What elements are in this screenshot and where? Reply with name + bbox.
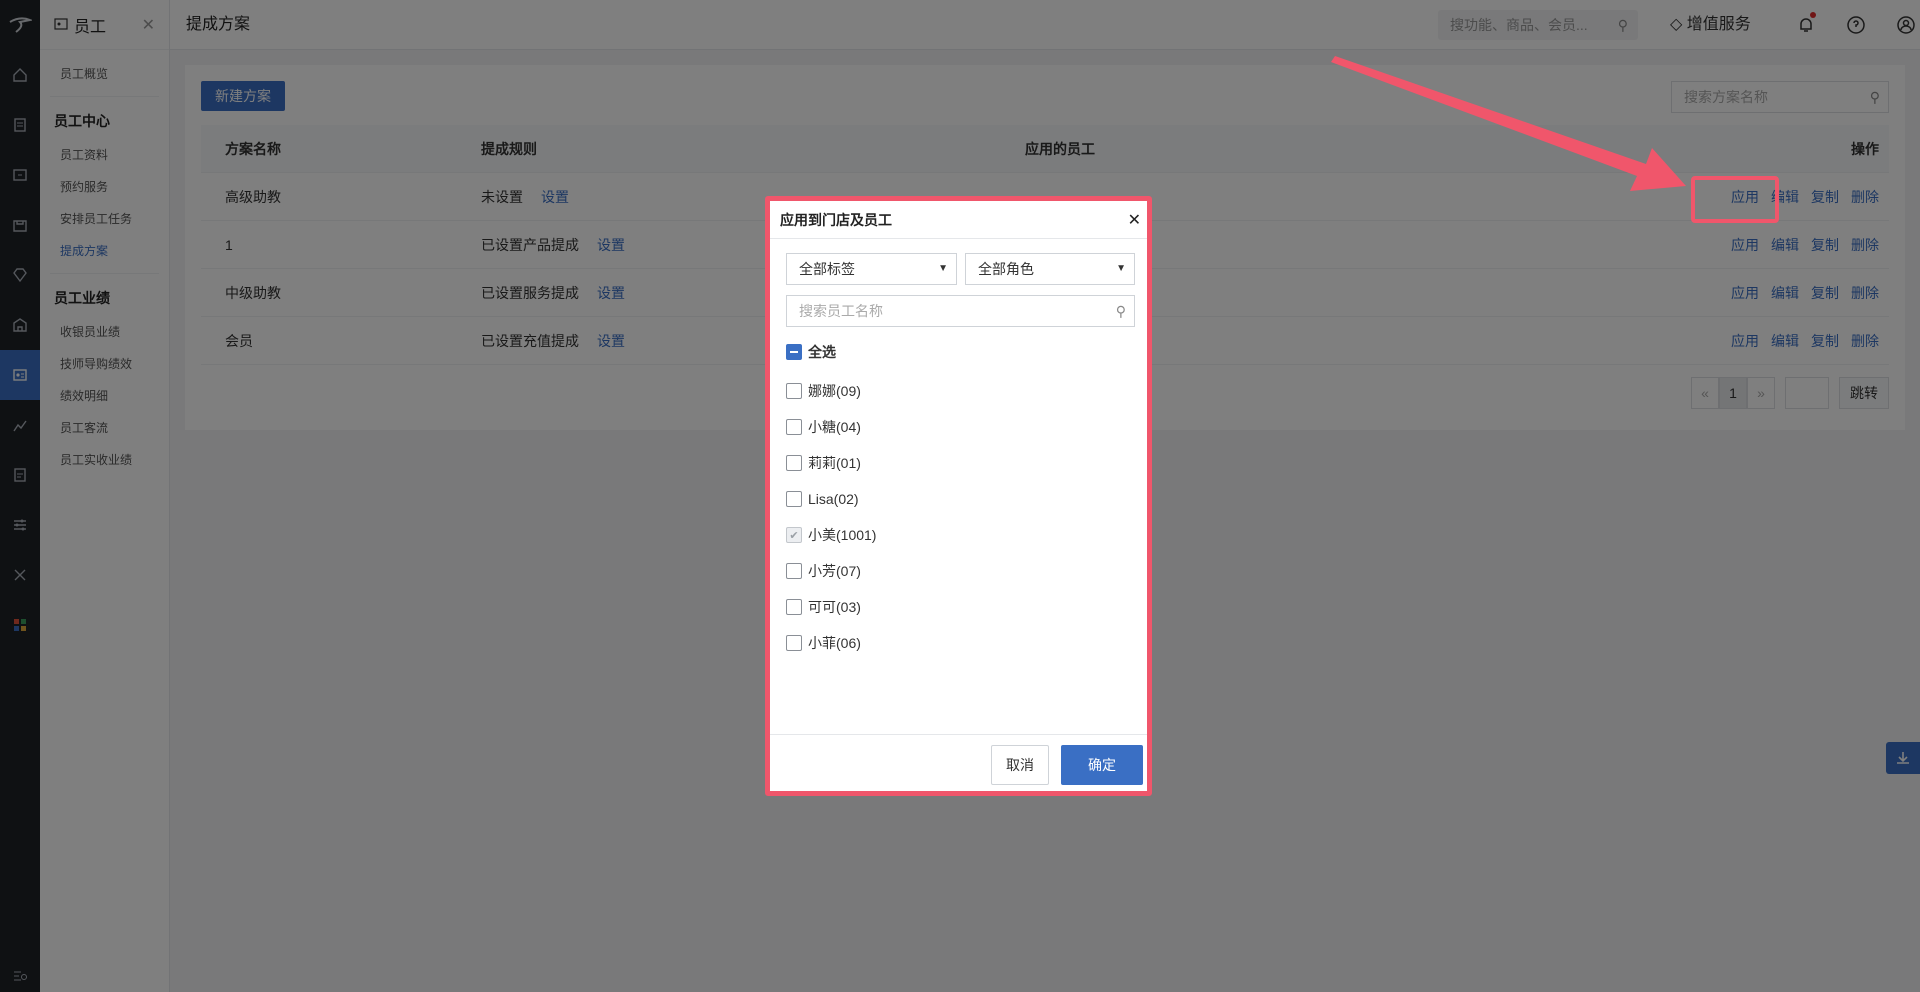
employee-checkbox[interactable]: 莉莉(01) <box>786 453 861 473</box>
caret-down-icon: ▼ <box>1116 263 1126 274</box>
checkbox-icon[interactable] <box>786 563 802 579</box>
employee-checkbox[interactable]: 娜娜(09) <box>786 381 861 401</box>
dialog-header: 应用到门店及员工 ✕ <box>770 201 1147 239</box>
checkbox-icon[interactable] <box>786 383 802 399</box>
checkbox-icon[interactable] <box>786 491 802 507</box>
employee-checkbox[interactable]: 小菲(06) <box>786 633 861 653</box>
apply-dialog: 应用到门店及员工 ✕ 全部标签 ▼ 全部角色 ▼ 搜索员工名称 ⚲ 全选 娜娜(… <box>765 196 1152 796</box>
employee-checkbox[interactable]: 小芳(07) <box>786 561 861 581</box>
caret-down-icon: ▼ <box>938 263 948 274</box>
employee-name: 可可(03) <box>808 599 861 615</box>
employee-checkbox[interactable]: 小糖(04) <box>786 417 861 437</box>
select-all-checkbox[interactable]: 全选 <box>786 342 836 362</box>
dialog-title: 应用到门店及员工 <box>780 211 892 228</box>
checkbox-icon[interactable] <box>786 599 802 615</box>
employee-name: Lisa(02) <box>808 491 859 507</box>
employee-search-input[interactable]: 搜索员工名称 ⚲ <box>786 295 1135 327</box>
employee-name: 小糖(04) <box>808 419 861 435</box>
employee-checkbox[interactable]: ✔ 小美(1001) <box>786 525 876 545</box>
tag-select-value: 全部标签 <box>799 261 855 277</box>
checkbox-icon[interactable] <box>786 419 802 435</box>
checked-disabled-checkbox-icon: ✔ <box>786 527 802 543</box>
employee-name: 莉莉(01) <box>808 455 861 471</box>
checkbox-icon[interactable] <box>786 455 802 471</box>
employee-name: 娜娜(09) <box>808 383 861 399</box>
tag-select[interactable]: 全部标签 ▼ <box>786 253 957 285</box>
indeterminate-checkbox-icon[interactable] <box>786 344 802 360</box>
search-icon[interactable]: ⚲ <box>1116 296 1126 326</box>
employee-checkbox[interactable]: Lisa(02) <box>786 489 859 509</box>
role-select-value: 全部角色 <box>978 261 1034 277</box>
employee-search-placeholder: 搜索员工名称 <box>799 303 883 319</box>
role-select[interactable]: 全部角色 ▼ <box>965 253 1135 285</box>
employee-checkbox[interactable]: 可可(03) <box>786 597 861 617</box>
confirm-button[interactable]: 确定 <box>1061 745 1143 785</box>
employee-name: 小菲(06) <box>808 635 861 651</box>
annotation-highlight-box <box>1691 176 1779 223</box>
close-icon[interactable]: ✕ <box>1128 210 1141 230</box>
checkbox-icon[interactable] <box>786 635 802 651</box>
employee-name: 小芳(07) <box>808 563 861 579</box>
select-all-label: 全选 <box>808 344 836 360</box>
cancel-button[interactable]: 取消 <box>991 745 1049 785</box>
employee-name: 小美(1001) <box>808 527 877 543</box>
dialog-footer: 取消 确定 <box>770 734 1147 791</box>
